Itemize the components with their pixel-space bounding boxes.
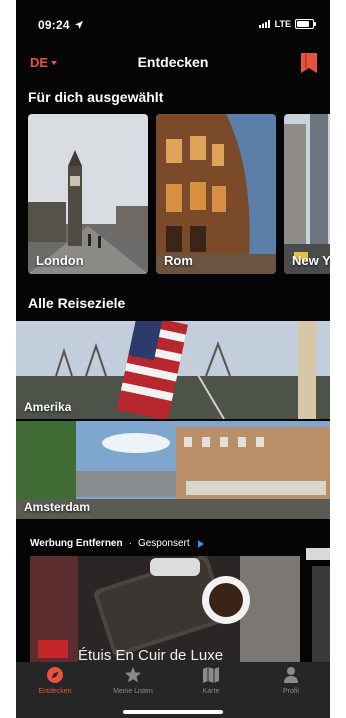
home-indicator[interactable] <box>123 710 223 714</box>
destination-row-amsterdam[interactable]: Amsterdam <box>16 421 330 519</box>
featured-card-london[interactable]: London <box>28 114 148 274</box>
remove-ads-link[interactable]: Werbung Entfernen <box>30 538 123 549</box>
featured-card-label: Rom <box>164 253 193 268</box>
featured-card-label: New York <box>292 253 330 268</box>
destination-label: Amsterdam <box>24 500 91 514</box>
battery-icon <box>295 19 316 29</box>
new-york-image <box>284 114 330 274</box>
destinations-section-title: Alle Reiseziele <box>28 295 126 311</box>
ad-choices-icon[interactable] <box>197 539 204 548</box>
tab-label: Meine Listen <box>113 688 153 695</box>
destination-label: Amerika <box>24 400 72 414</box>
featured-carousel[interactable]: London Rom New York <box>16 114 330 274</box>
map-icon <box>203 667 219 683</box>
sponsored-label: Gesponsert <box>137 538 190 549</box>
tab-label: Profil <box>283 688 299 695</box>
tab-label: Karte <box>202 688 220 695</box>
signal-icon <box>258 20 270 28</box>
tab-profil[interactable]: Profil <box>252 666 330 706</box>
ad-side-panel-dark <box>312 566 330 662</box>
london-image <box>28 114 148 274</box>
status-indicators: LTE <box>258 19 316 29</box>
person-icon <box>284 667 298 683</box>
app-screen: 09:24 LTE DE Entdecken Für dich ausgewäh… <box>16 0 330 718</box>
location-arrow-icon <box>75 21 84 29</box>
featured-section-title: Für dich ausgewählt <box>28 89 164 105</box>
status-time: 09:24 <box>38 18 84 32</box>
tab-label: Entdecken <box>38 688 72 695</box>
tab-karte[interactable]: Karte <box>172 666 250 706</box>
ad-side-panel <box>306 548 330 560</box>
page-title: Entdecken <box>137 54 209 70</box>
network-label: LTE <box>274 19 291 29</box>
clock-text: 09:24 <box>38 18 70 32</box>
status-bar: 09:24 LTE <box>16 0 330 44</box>
rom-image <box>156 114 276 274</box>
featured-card-new-york[interactable]: New York <box>284 114 330 274</box>
navigation-bar: DE Entdecken <box>16 44 330 80</box>
compass-icon <box>47 667 63 683</box>
tab-entdecken[interactable]: Entdecken <box>16 666 94 706</box>
ad-header: Werbung Entfernen · Gesponsert <box>30 538 204 549</box>
star-icon <box>125 667 141 683</box>
bookmark-icon[interactable] <box>300 52 318 74</box>
ad-separator: · <box>128 538 132 549</box>
featured-card-label: London <box>36 253 84 268</box>
destination-row-amerika[interactable]: Amerika <box>16 321 330 419</box>
tab-meine-listen[interactable]: Meine Listen <box>94 666 172 706</box>
featured-card-rom[interactable]: Rom <box>156 114 276 274</box>
